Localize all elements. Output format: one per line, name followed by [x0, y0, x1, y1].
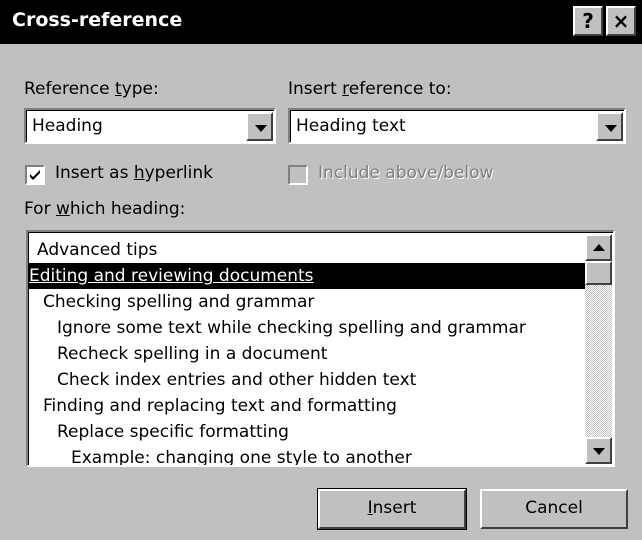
- heading-list[interactable]: Advanced tips Editing and reviewing docu…: [26, 230, 615, 467]
- insert-button[interactable]: Insert: [317, 488, 467, 530]
- include-above-below-checkbox: [288, 165, 308, 185]
- reference-type-dropdown[interactable]: Heading: [24, 108, 276, 144]
- chevron-down-icon: [255, 125, 267, 132]
- vertical-scrollbar[interactable]: [585, 234, 612, 464]
- reference-type-label: Reference type:: [24, 79, 159, 99]
- insert-reference-to-label: Insert reference to:: [288, 79, 452, 99]
- help-button[interactable]: ?: [573, 6, 603, 36]
- reference-type-dropdown-button[interactable]: [246, 112, 273, 141]
- insert-reference-to-value: Heading text: [296, 116, 406, 136]
- list-item[interactable]: Advanced tips: [29, 237, 599, 263]
- scrollbar-thumb[interactable]: [585, 261, 612, 285]
- list-item[interactable]: Replace specific formatting: [29, 419, 613, 445]
- insert-as-hyperlink-label[interactable]: Insert as hyperlink: [55, 163, 213, 183]
- dialog-title: Cross-reference: [12, 9, 183, 31]
- list-item[interactable]: Recheck spelling in a document: [29, 341, 613, 367]
- chevron-down-icon: [605, 125, 617, 132]
- insert-reference-to-dropdown-button[interactable]: [596, 112, 623, 141]
- cross-reference-dialog: Cross-reference ? × Reference type: Head…: [0, 0, 642, 540]
- list-item[interactable]: Finding and replacing text and formattin…: [29, 393, 605, 419]
- scroll-down-button[interactable]: [585, 437, 612, 464]
- list-item[interactable]: Ignore some text while checking spelling…: [29, 315, 613, 341]
- list-item[interactable]: Check index entries and other hidden tex…: [29, 367, 613, 393]
- include-above-below-label: Include above/below: [318, 163, 494, 183]
- cancel-button[interactable]: Cancel: [480, 489, 628, 529]
- checkmark-icon: [30, 170, 40, 180]
- insert-as-hyperlink-checkbox[interactable]: [25, 165, 45, 185]
- scroll-up-button[interactable]: [585, 234, 612, 261]
- list-item[interactable]: Editing and reviewing documents: [29, 263, 591, 289]
- title-bar: Cross-reference ? ×: [0, 0, 642, 44]
- close-icon: ×: [612, 9, 630, 33]
- chevron-down-icon: [593, 448, 605, 455]
- reference-type-value: Heading: [32, 116, 103, 136]
- list-item[interactable]: Checking spelling and grammar: [29, 289, 605, 315]
- help-icon: ?: [582, 9, 594, 33]
- for-which-heading-label: For which heading:: [24, 199, 186, 219]
- list-item[interactable]: Example: changing one style to another: [29, 445, 613, 465]
- insert-reference-to-dropdown[interactable]: Heading text: [288, 108, 626, 144]
- chevron-up-icon: [593, 244, 605, 251]
- close-button[interactable]: ×: [606, 6, 636, 36]
